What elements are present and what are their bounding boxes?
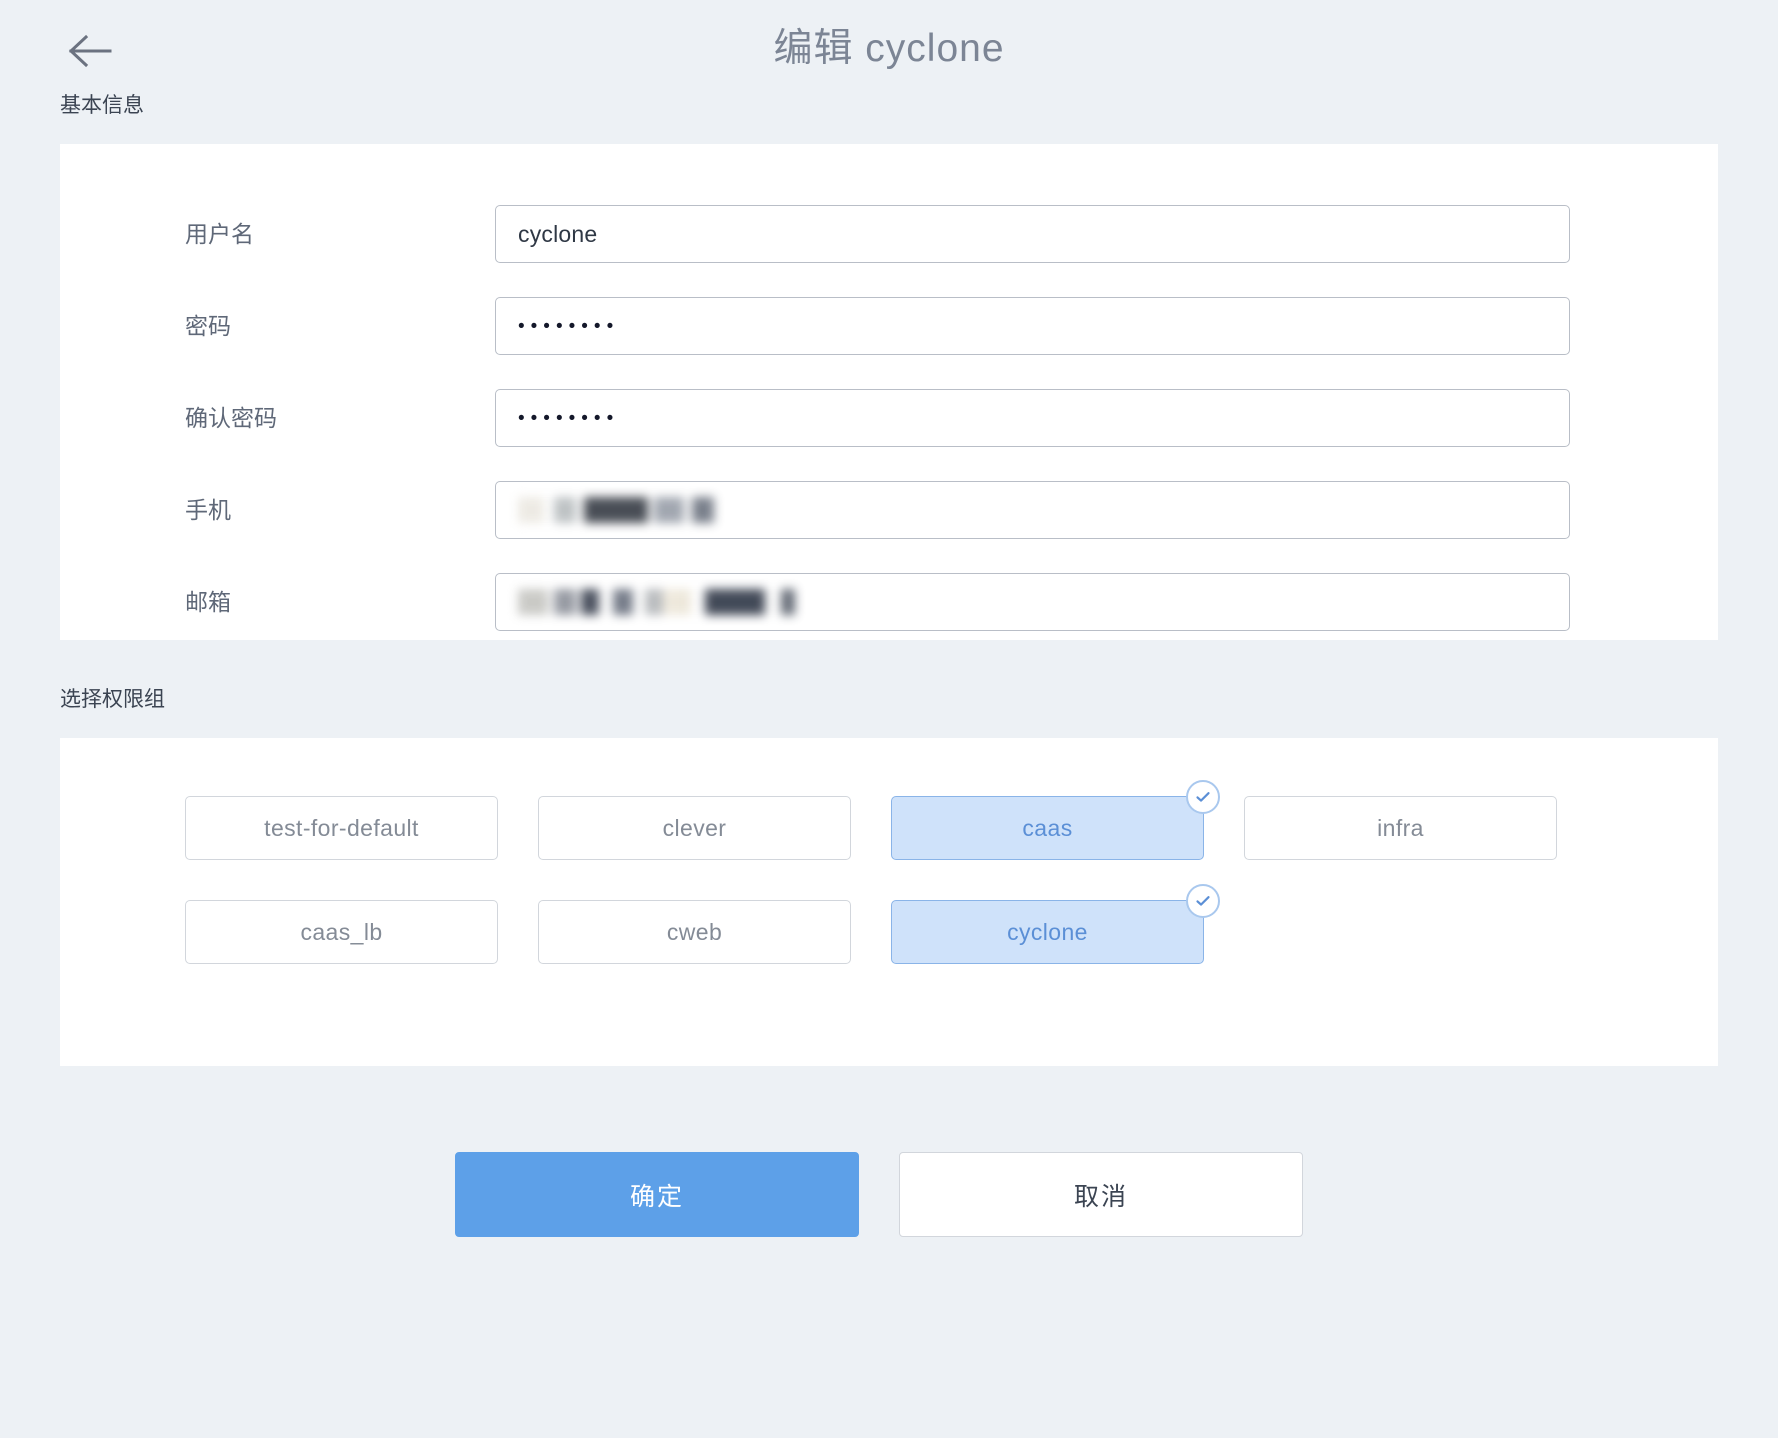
permission-group-item: caas <box>891 796 1204 860</box>
cancel-button[interactable]: 取消 <box>899 1152 1303 1237</box>
page-title: 编辑 cyclone <box>0 24 1778 74</box>
permission-groups-section-title: 选择权限组 <box>0 686 1778 714</box>
confirm-password-label: 确认密码 <box>185 402 495 434</box>
permission-groups-card: test-for-default clever caas infra caas_… <box>60 738 1718 1066</box>
form-row-password: 密码 •••••••• <box>60 296 1718 356</box>
email-label: 邮箱 <box>185 586 495 618</box>
form-row-username: 用户名 cyclone <box>60 204 1718 264</box>
check-circle-icon <box>1186 884 1220 918</box>
phone-redacted-value <box>518 497 714 523</box>
permission-group-item: cweb <box>538 900 851 964</box>
form-row-confirm-password: 确认密码 •••••••• <box>60 388 1718 448</box>
form-row-phone: 手机 <box>60 480 1718 540</box>
phone-label: 手机 <box>185 494 495 526</box>
permission-chip-cyclone[interactable]: cyclone <box>891 900 1204 964</box>
check-circle-icon <box>1186 780 1220 814</box>
username-label: 用户名 <box>185 218 495 250</box>
email-redacted-value <box>518 589 795 615</box>
permission-chip-infra[interactable]: infra <box>1244 796 1557 860</box>
permission-group-item: clever <box>538 796 851 860</box>
confirm-button[interactable]: 确定 <box>455 1152 859 1237</box>
permission-group-item: test-for-default <box>185 796 498 860</box>
permission-chip-caas[interactable]: caas <box>891 796 1204 860</box>
username-input[interactable]: cyclone <box>495 205 1570 263</box>
permission-group-item: cyclone <box>891 900 1204 964</box>
password-input[interactable]: •••••••• <box>495 297 1570 355</box>
permission-group-item: caas_lb <box>185 900 498 964</box>
confirm-password-masked-value: •••••••• <box>518 409 619 428</box>
edit-user-page: 编辑 cyclone 基本信息 用户名 cyclone 密码 •••••••• … <box>0 0 1778 1438</box>
permission-chip-clever[interactable]: clever <box>538 796 851 860</box>
basic-info-card: 用户名 cyclone 密码 •••••••• 确认密码 •••••••• 手机 <box>60 144 1718 640</box>
permission-chip-cweb[interactable]: cweb <box>538 900 851 964</box>
phone-input[interactable] <box>495 481 1570 539</box>
password-masked-value: •••••••• <box>518 317 619 336</box>
form-actions: 确定 取消 <box>0 1152 1778 1237</box>
confirm-password-input[interactable]: •••••••• <box>495 389 1570 447</box>
form-row-email: 邮箱 <box>60 572 1718 632</box>
permission-group-list: test-for-default clever caas infra caas_… <box>60 796 1605 1004</box>
email-input[interactable] <box>495 573 1570 631</box>
permission-chip-caas-lb[interactable]: caas_lb <box>185 900 498 964</box>
page-header: 编辑 cyclone <box>0 0 1778 100</box>
permission-group-item: infra <box>1244 796 1557 860</box>
password-label: 密码 <box>185 310 495 342</box>
permission-chip-test-for-default[interactable]: test-for-default <box>185 796 498 860</box>
